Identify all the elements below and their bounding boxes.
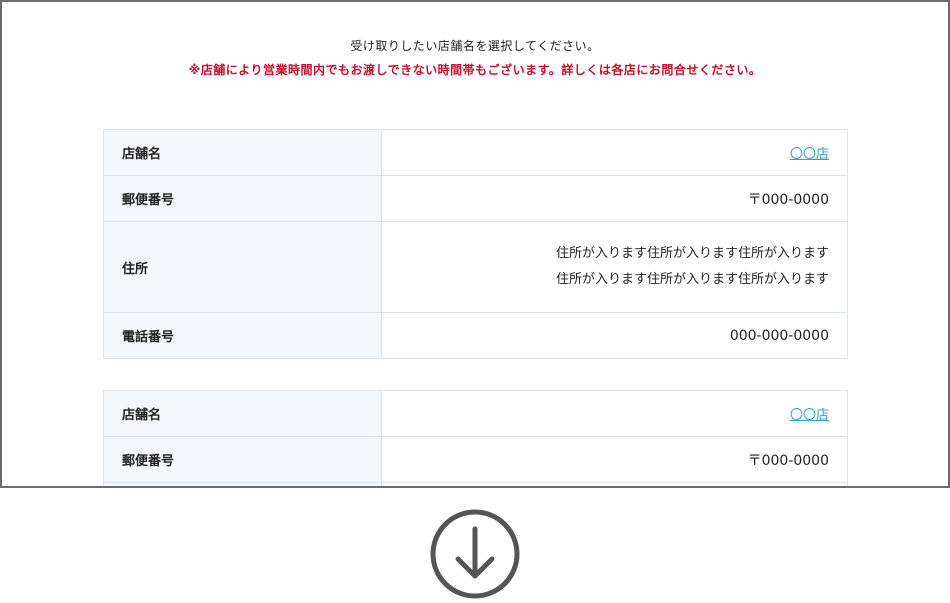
store-name-label: 店舗名 xyxy=(104,130,382,175)
store-name-value: 〇〇店 xyxy=(382,391,847,436)
phone-value: 000-000-0000 xyxy=(729,327,829,344)
store-name-label: 店舗名 xyxy=(104,391,382,436)
store-selection-panel: 受け取りしたい店舗名を選択してください。 ※店舗により営業時間内でもお渡しできな… xyxy=(0,0,950,488)
postal-code-value: 〒000-0000 xyxy=(747,191,829,208)
address-value: 住所が入ります住所が入ります住所が入ります 住所が入ります住所が入ります住所が入… xyxy=(382,222,847,312)
postal-code-label: 郵便番号 xyxy=(104,176,382,221)
address-label: 住所 xyxy=(104,222,382,312)
store-name-value: 〇〇店 xyxy=(382,130,847,175)
business-hours-note: ※店舗により営業時間内でもお渡しできない時間帯もございます。詳しくは各店にお問合… xyxy=(188,63,762,77)
address-line-2: 住所が入ります住所が入ります住所が入ります xyxy=(555,272,829,287)
store-card-2: 店舗名 〇〇店 郵便番号 〒000-0000 xyxy=(103,390,848,486)
address-line-1: 住所が入ります住所が入ります住所が入ります xyxy=(555,246,829,261)
postal-code-value: 〒000-0000 xyxy=(747,452,829,469)
phone-row: 電話番号 000-000-0000 xyxy=(104,313,847,359)
partial-row xyxy=(104,483,847,486)
address-row: 住所 住所が入ります住所が入ります住所が入ります 住所が入ります住所が入ります住… xyxy=(104,222,847,313)
store-name-row: 店舗名 〇〇店 xyxy=(104,391,847,437)
store-name-link[interactable]: 〇〇店 xyxy=(790,404,829,423)
partial-row-label xyxy=(104,483,382,486)
instructions: 受け取りしたい店舗名を選択してください。 ※店舗により営業時間内でもお渡しできな… xyxy=(2,2,948,127)
partial-row-value xyxy=(382,483,847,486)
store-name-row: 店舗名 〇〇店 xyxy=(104,130,847,176)
store-name-link[interactable]: 〇〇店 xyxy=(790,143,829,162)
phone-label: 電話番号 xyxy=(104,313,382,358)
postal-code-row: 郵便番号 〒000-0000 xyxy=(104,437,847,483)
postal-code-row: 郵便番号 〒000-0000 xyxy=(104,176,847,222)
postal-code-label: 郵便番号 xyxy=(104,437,382,482)
arrow-down-circle-icon xyxy=(430,509,520,599)
instruction-text: 受け取りしたい店舗名を選択してください。 xyxy=(350,39,600,53)
store-card-1: 店舗名 〇〇店 郵便番号 〒000-0000 住所 住所が入ります住所が入ります… xyxy=(103,129,848,359)
